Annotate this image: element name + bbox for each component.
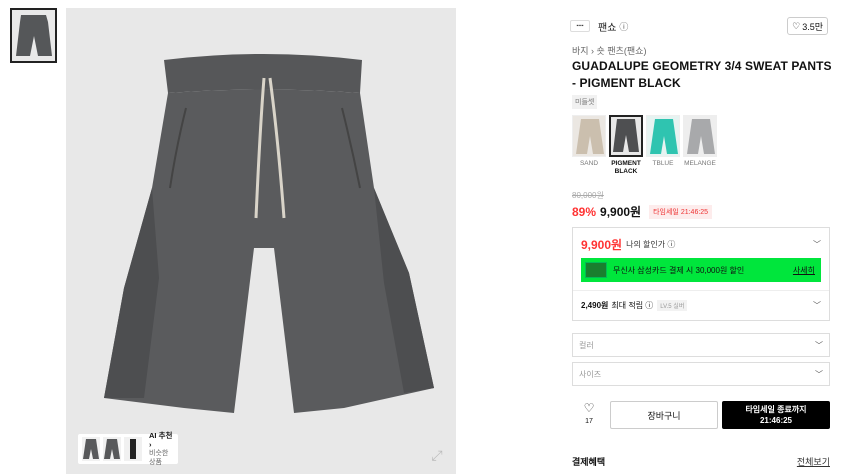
buy-button-line1: 타임세일 종료까지 [745, 405, 807, 414]
color-select-placeholder: 컬러 [579, 340, 594, 350]
price-row: 89% 9,900원 타임세일 21:46:25 [572, 203, 713, 220]
reco-thumb [82, 437, 100, 461]
product-title: GUADALUPE GEOMETRY 3/4 SWEAT PANTS - PIG… [572, 59, 832, 90]
color-swatch-tblue[interactable]: TBLUE [646, 115, 680, 176]
product-main-image: AI 추천 › 비슷한 상품 ⤢ [66, 8, 456, 474]
like-count: 17 [585, 418, 593, 425]
swatch-label: TBLUE [652, 160, 674, 167]
sale-price: 9,900원 [600, 205, 642, 219]
time-sale-badge: 타임세일 21:46:25 [649, 204, 713, 219]
my-price: 9,900원 [581, 238, 623, 252]
reco-title: AI 추천 › [149, 431, 173, 449]
view-all-link[interactable]: 전체보기 [797, 455, 830, 468]
chevron-down-icon[interactable]: ﹀ [813, 239, 821, 250]
color-swatch-sand[interactable]: SAND [572, 115, 606, 176]
brand-logo[interactable]: ▪▪▪▪ [570, 20, 590, 32]
buy-button-timer: 21:46:25 [759, 416, 793, 425]
thumbnail-item[interactable] [10, 8, 57, 63]
swatch-image [646, 115, 680, 157]
points-label: 최대 적립 ⓘ [611, 301, 654, 310]
swatch-image [572, 115, 606, 157]
points-value: 2,490원 [581, 301, 609, 310]
my-price-row[interactable]: 9,900원 나의 할인가 ⓘ ﹀ [581, 236, 821, 253]
card-promo-banner[interactable]: 무신사 삼성카드 결제 시 30,000원 할인 사세히 [581, 258, 821, 282]
thumbnail-list [10, 8, 57, 63]
heart-icon: ♡ [792, 20, 801, 31]
card-icon [585, 262, 607, 278]
color-swatch-pigment-black[interactable]: PIGMENT BLACK [609, 115, 643, 176]
payment-benefits-row: 결제혜택 전체보기 [572, 455, 830, 468]
swatch-image [609, 115, 643, 157]
level-badge: LV.5 실버 [657, 300, 688, 311]
swatch-label: PIGMENT BLACK [611, 160, 641, 175]
brand-like-button[interactable]: ♡ 3.5만 [787, 17, 828, 35]
heart-icon: ♡ [583, 401, 595, 415]
points-row[interactable]: 2,490원 최대 적립 ⓘ LV.5 실버 ﹀ [581, 300, 821, 311]
reco-subtitle: 비슷한 상품 [149, 450, 169, 466]
payment-benefits-label: 결제혜택 [572, 457, 606, 467]
like-button[interactable]: ♡ 17 [572, 402, 606, 428]
breadcrumb[interactable]: 바지 › 숏 팬츠(팬쇼) [572, 44, 646, 57]
chevron-down-icon: ﹀ [815, 369, 823, 379]
color-select[interactable]: 컬러 ﹀ [572, 333, 830, 357]
zoom-icon[interactable]: ⤢ [428, 446, 446, 464]
ai-recommendation-widget[interactable]: AI 추천 › 비슷한 상품 [78, 431, 178, 467]
action-bar: ♡ 17 장바구니 타임세일 종료까지 21:46:25 [572, 401, 830, 429]
discount-rate: 89% [572, 204, 597, 219]
color-swatch-melange[interactable]: MELANGE [683, 115, 717, 176]
card-promo-text: 무신사 삼성카드 결제 시 30,000원 할인 [613, 265, 745, 275]
thumbnail-image [16, 15, 52, 56]
reco-thumb [103, 437, 121, 461]
product-photo [104, 54, 434, 413]
original-price: 80,000원 [572, 191, 604, 200]
brand-row: ▪▪▪▪ 팬쇼 ⓘ ♡ 3.5만 [570, 17, 832, 35]
brand-like-count: 3.5만 [802, 21, 823, 32]
buy-button[interactable]: 타임세일 종료까지 21:46:25 [722, 401, 830, 429]
reco-text: AI 추천 › 비슷한 상품 [149, 431, 174, 467]
swatch-label: MELANGE [684, 160, 716, 167]
chevron-down-icon: ﹀ [815, 340, 823, 350]
color-swatches: SAND PIGMENT BLACK TBLUE MELANGE [572, 115, 717, 176]
size-select[interactable]: 사이즈 ﹀ [572, 362, 830, 386]
reco-thumb [124, 437, 142, 461]
size-select-placeholder: 사이즈 [579, 369, 602, 379]
benefit-box: 9,900원 나의 할인가 ⓘ ﹀ 무신사 삼성카드 결제 시 30,000원 … [572, 227, 830, 321]
my-price-label: 나의 할인가 ⓘ [626, 240, 676, 249]
divider [573, 290, 829, 291]
product-tag: 미들셋 [572, 95, 598, 109]
add-to-cart-button[interactable]: 장바구니 [610, 401, 718, 429]
brand-name[interactable]: 팬쇼 [598, 19, 616, 34]
chevron-down-icon[interactable]: ﹀ [813, 300, 821, 311]
info-icon[interactable]: ⓘ [619, 20, 628, 33]
swatch-image [683, 115, 717, 157]
card-promo-link[interactable]: 사세히 [793, 265, 815, 276]
swatch-label: SAND [579, 160, 599, 167]
